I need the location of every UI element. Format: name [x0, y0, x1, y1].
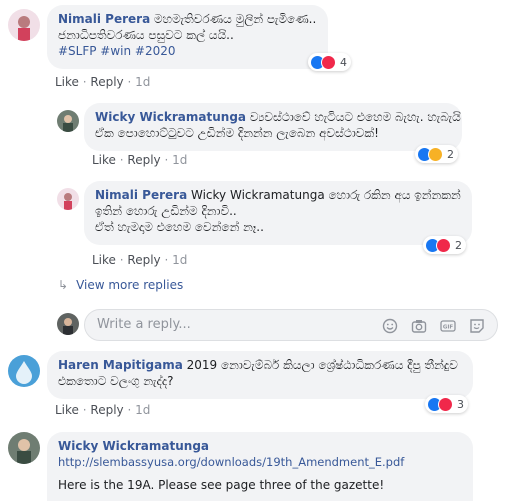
- mention[interactable]: Wicky Wickramatunga: [191, 188, 325, 202]
- reaction-count: 3: [457, 397, 464, 411]
- reaction-summary[interactable]: 3: [425, 395, 468, 413]
- reply-button[interactable]: Reply: [90, 75, 123, 89]
- comment-text: ව්‍යවස්ථාවේ හැටියට එහෙම බැහැ. හැබැයි: [249, 110, 461, 124]
- reaction-summary[interactable]: 2: [423, 236, 466, 254]
- reaction-count: 4: [340, 55, 347, 69]
- avatar[interactable]: [57, 188, 79, 210]
- comment-bubble: Nimali Perera මහමැතිවරණය මුලින් පැමිණෙ..…: [47, 5, 328, 69]
- avatar[interactable]: [8, 9, 40, 41]
- comment-link[interactable]: http://slembassyusa.org/downloads/19th_A…: [58, 454, 462, 470]
- avatar-photo: [18, 16, 30, 41]
- reaction-count: 2: [455, 238, 462, 252]
- like-button[interactable]: Like: [92, 153, 116, 167]
- love-icon: [438, 396, 453, 412]
- love-icon: [436, 237, 451, 253]
- reaction-count: 2: [447, 147, 454, 161]
- comment-author[interactable]: Wicky Wickramatunga: [58, 438, 462, 454]
- comment-text: මහමැතිවරණය මුලින් පැමිණෙ..: [154, 12, 317, 26]
- view-more-replies[interactable]: ↳ View more replies: [58, 278, 183, 292]
- comment-author[interactable]: Wicky Wickramatunga: [95, 110, 246, 124]
- like-button[interactable]: Like: [92, 253, 116, 267]
- like-button[interactable]: Like: [55, 403, 79, 417]
- comment-bubble: Wicky Wickramatunga http://slembassyusa.…: [47, 432, 473, 501]
- view-more-label: View more replies: [76, 278, 184, 292]
- gif-icon[interactable]: GIF: [440, 318, 456, 334]
- sticker-icon[interactable]: [469, 318, 485, 334]
- avatar[interactable]: [8, 432, 40, 464]
- reply-button[interactable]: Reply: [127, 253, 160, 267]
- emoji-icon[interactable]: [382, 318, 398, 334]
- comment-bubble: Haren Mapitigama 2019 නොවැම්බර් කියලා ශ්…: [47, 351, 473, 399]
- comment-text: Here is the 19A. Please see page three o…: [58, 478, 385, 492]
- haha-icon: [428, 146, 443, 162]
- reply-composer[interactable]: GIF: [84, 309, 498, 341]
- comment-actions: Like · Reply · 1d: [55, 75, 151, 89]
- comment-text: ඉතින් හොරු උඩින්ම දිනාවි..: [95, 204, 237, 218]
- avatar[interactable]: [8, 355, 40, 387]
- avatar-photo: [63, 318, 73, 335]
- avatar-photo: [17, 439, 31, 464]
- reaction-summary[interactable]: 4: [308, 53, 351, 71]
- reply-button[interactable]: Reply: [90, 403, 123, 417]
- reaction-summary[interactable]: 2: [415, 145, 458, 163]
- reply-input[interactable]: [95, 316, 369, 333]
- comment-author[interactable]: Haren Mapitigama: [58, 358, 183, 372]
- avatar-photo: [16, 361, 32, 384]
- love-icon: [321, 54, 336, 70]
- comment-actions: Like · Reply · 1d: [92, 153, 188, 167]
- comment-text: ජනාධිපතිවරණය පසුවට කල් යයි..: [58, 28, 234, 42]
- timestamp[interactable]: 1d: [172, 153, 187, 167]
- comment-actions: Like · Reply · 1d: [55, 403, 151, 417]
- like-button[interactable]: Like: [55, 75, 79, 89]
- comment-author[interactable]: Nimali Perera: [95, 188, 187, 202]
- comment-text: හොරු රකින අය ඉන්නකන්: [328, 188, 461, 202]
- comment-author[interactable]: Nimali Perera: [58, 12, 150, 26]
- timestamp[interactable]: 1d: [135, 403, 150, 417]
- avatar[interactable]: [57, 110, 79, 132]
- svg-text:GIF: GIF: [443, 325, 454, 331]
- timestamp[interactable]: 1d: [172, 253, 187, 267]
- hashtags[interactable]: #SLFP #win #2020: [58, 43, 317, 59]
- comment-text: 2019 නොවැම්බර් කියලා ශ්‍රේෂ්ඨාධිකරණය දීප…: [186, 358, 458, 372]
- current-user-avatar: [57, 313, 79, 335]
- comment-bubble: Wicky Wickramatunga ව්‍යවස්ථාවේ හැටියට එ…: [84, 103, 462, 151]
- avatar-photo: [64, 193, 72, 210]
- camera-icon[interactable]: [411, 318, 427, 334]
- avatar-photo: [63, 115, 73, 132]
- reply-button[interactable]: Reply: [127, 153, 160, 167]
- reply-arrow-icon: ↳: [58, 278, 69, 292]
- comment-text: ඒත් හැමදාම එහෙම වෙන්නේ නෑ..: [95, 220, 264, 234]
- comment-actions: Like · Reply · 1d: [92, 253, 188, 267]
- comment-bubble: Nimali Perera Wicky Wickramatunga හොරු ර…: [84, 181, 472, 245]
- comment-text: එකතොට වලංගු නැද්ද?: [58, 374, 174, 388]
- timestamp[interactable]: 1d: [135, 75, 150, 89]
- comment-text: ඒක පොහොට්ටුවට උඩින්ම දිනන්න ලැබෙන අවස්ථා…: [95, 126, 379, 140]
